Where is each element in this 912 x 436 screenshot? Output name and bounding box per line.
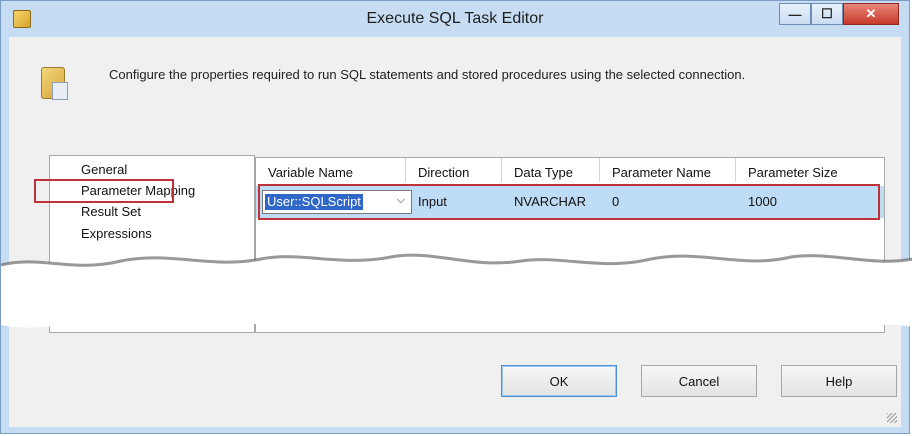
minimize-icon: — bbox=[788, 6, 802, 22]
sql-task-icon bbox=[41, 67, 68, 100]
cancel-button[interactable]: Cancel bbox=[641, 365, 757, 397]
nav-selection-annotation bbox=[34, 179, 174, 203]
window-title: Execute SQL Task Editor bbox=[366, 10, 544, 27]
row-highlight-annotation bbox=[258, 184, 880, 220]
ok-button[interactable]: OK bbox=[501, 365, 617, 397]
column-header-direction[interactable]: Direction bbox=[406, 158, 502, 182]
column-header-parameter-size[interactable]: Parameter Size bbox=[736, 158, 884, 182]
torn-edge bbox=[1, 253, 912, 330]
dialog-description: Configure the properties required to run… bbox=[109, 67, 746, 82]
column-header-parameter-name[interactable]: Parameter Name bbox=[600, 158, 736, 182]
nav-item-result-set[interactable]: Result Set bbox=[81, 204, 141, 220]
execute-sql-task-editor-window: Execute SQL Task Editor — ☐ ✕ Configure … bbox=[0, 0, 912, 434]
column-header-variable-name[interactable]: Variable Name bbox=[256, 158, 406, 182]
maximize-icon: ☐ bbox=[821, 6, 833, 21]
resize-grip-icon[interactable] bbox=[887, 413, 897, 423]
help-button[interactable]: Help bbox=[781, 365, 897, 397]
column-header-data-type[interactable]: Data Type bbox=[502, 158, 600, 182]
dialog-body: Configure the properties required to run… bbox=[9, 37, 901, 427]
nav-item-expressions[interactable]: Expressions bbox=[81, 226, 152, 242]
minimize-button[interactable]: — bbox=[779, 3, 811, 25]
close-icon: ✕ bbox=[865, 6, 877, 21]
grid-header: Variable Name Direction Data Type Parame… bbox=[256, 158, 884, 182]
title-bar: Execute SQL Task Editor — ☐ ✕ bbox=[1, 1, 909, 37]
close-button[interactable]: ✕ bbox=[843, 3, 899, 25]
nav-item-general[interactable]: General bbox=[81, 162, 127, 178]
maximize-button[interactable]: ☐ bbox=[811, 3, 843, 25]
